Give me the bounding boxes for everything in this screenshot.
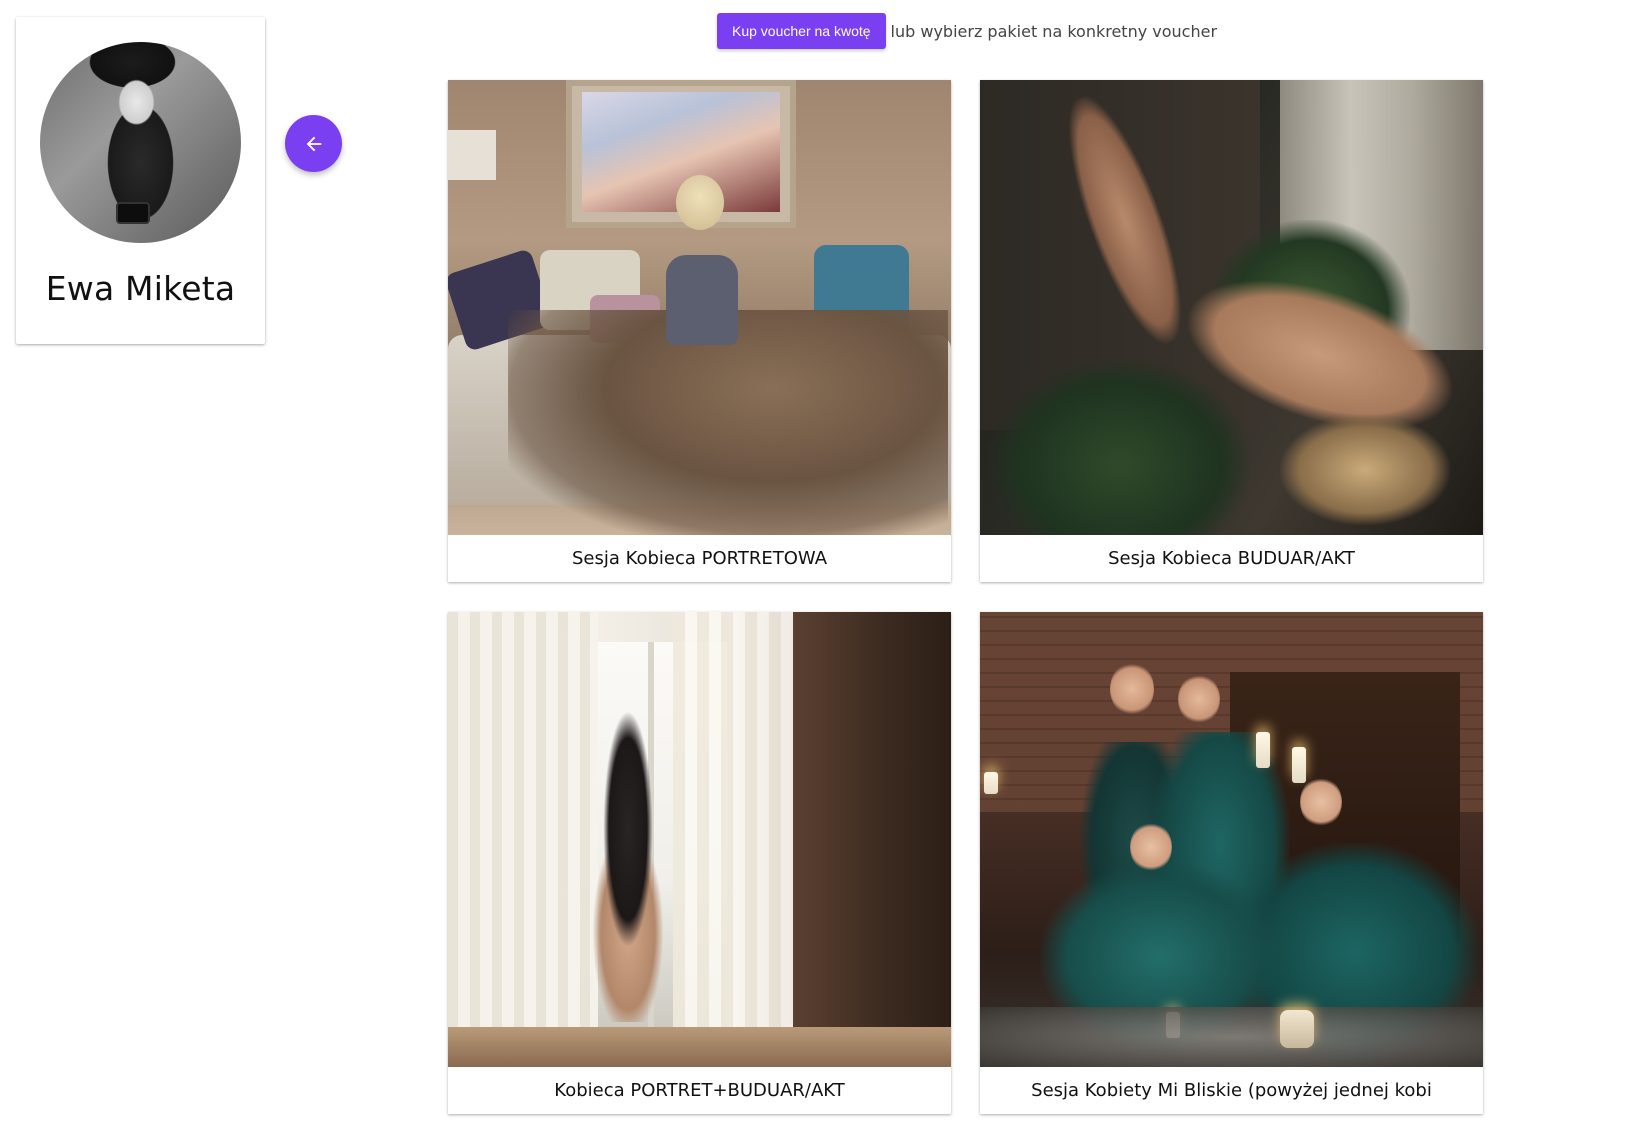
- photographer-profile-card[interactable]: Ewa Miketa: [16, 17, 265, 344]
- camera-icon: [116, 202, 150, 224]
- photographer-avatar: [40, 42, 241, 243]
- package-title: Kobieca PORTRET+BUDUAR/AKT: [554, 1080, 845, 1101]
- back-button[interactable]: [285, 115, 342, 172]
- package-photo: [448, 80, 951, 535]
- buy-amount-voucher-button[interactable]: Kup voucher na kwotę: [717, 13, 886, 49]
- package-title: Sesja Kobiety Mi Bliskie (powyżej jednej…: [1031, 1080, 1432, 1101]
- voucher-bar: Kup voucher na kwotę lub wybierz pakiet …: [717, 13, 1217, 49]
- package-title: Sesja Kobieca BUDUAR/AKT: [1108, 548, 1355, 569]
- photographer-name: Ewa Miketa: [45, 269, 236, 308]
- package-photo: [980, 80, 1483, 535]
- package-photo: [980, 612, 1483, 1067]
- page: Ewa Miketa Kup voucher na kwotę lub wybi…: [0, 0, 1639, 1133]
- arrow-left-icon: [306, 136, 321, 151]
- package-card[interactable]: Kobieca PORTRET+BUDUAR/AKT: [448, 612, 951, 1114]
- package-card[interactable]: Sesja Kobieca PORTRETOWA: [448, 80, 951, 582]
- package-card[interactable]: Sesja Kobieca BUDUAR/AKT: [980, 80, 1483, 582]
- package-title: Sesja Kobieca PORTRETOWA: [571, 548, 828, 569]
- voucher-helper-text: lub wybierz pakiet na konkretny voucher: [890, 21, 1218, 41]
- package-photo: [448, 612, 951, 1067]
- package-card[interactable]: Sesja Kobiety Mi Bliskie (powyżej jednej…: [980, 612, 1483, 1114]
